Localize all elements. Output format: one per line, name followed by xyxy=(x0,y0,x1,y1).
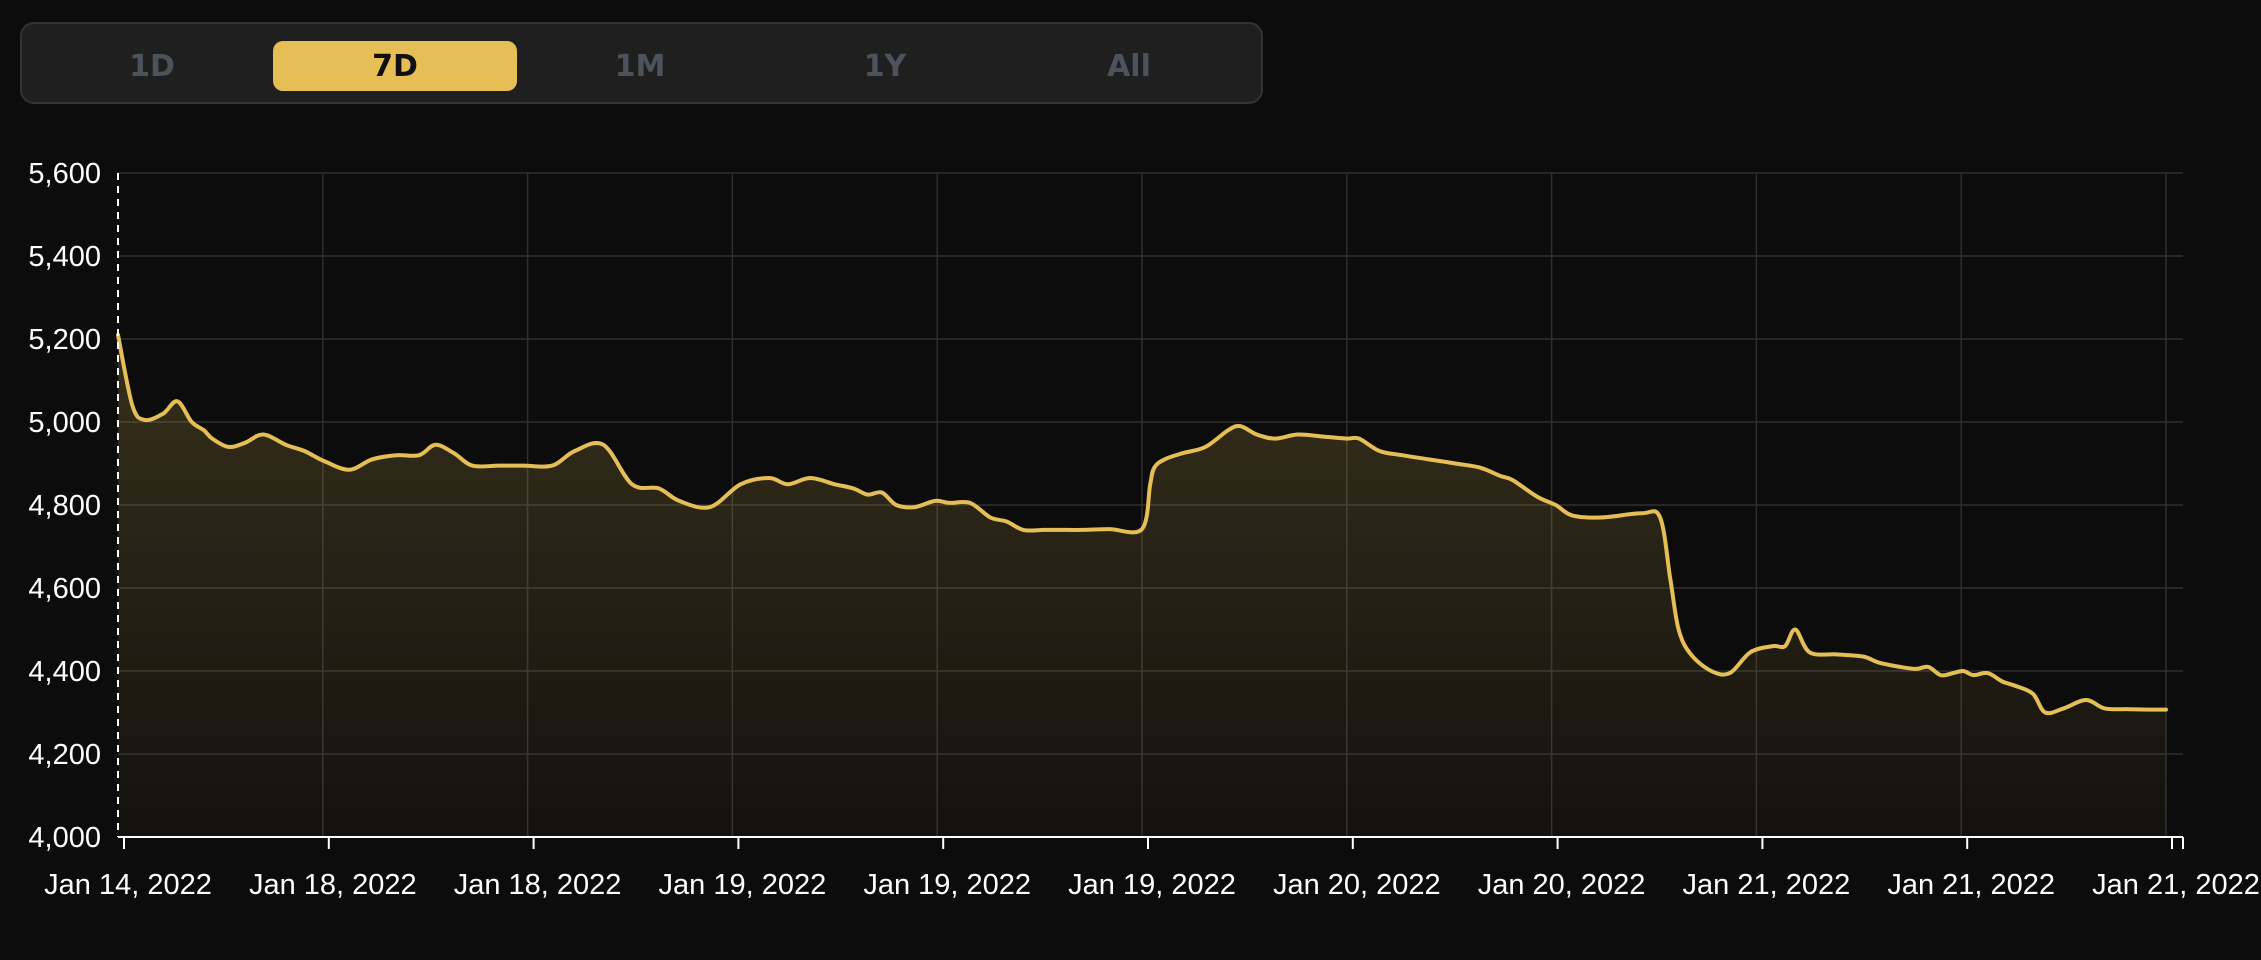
y-tick-label: 5,000 xyxy=(28,407,101,439)
y-tick-label: 4,000 xyxy=(28,822,101,854)
y-tick-label: 5,600 xyxy=(28,158,101,190)
x-tick-label: Jan 20, 2022 xyxy=(1273,869,1441,901)
y-tick-label: 5,400 xyxy=(28,241,101,273)
x-tick-label: Jan 18, 2022 xyxy=(454,869,622,901)
x-tick-label: Jan 19, 2022 xyxy=(659,869,827,901)
x-tick-label: Jan 21, 2022 xyxy=(1683,869,1851,901)
x-tick-label: Jan 18, 2022 xyxy=(249,869,417,901)
y-tick-label: 4,800 xyxy=(28,490,101,522)
x-tick-label: Jan 20, 2022 xyxy=(1478,869,1646,901)
x-tick-label: Jan 21, 2022 xyxy=(2092,869,2260,901)
price-area-chart: 4,000 4,200 4,400 4,600 4,800 5,000 5,200 5,400… xyxy=(28,158,2260,901)
x-tick-label: Jan 19, 2022 xyxy=(863,869,1031,901)
y-tick-label: 4,200 xyxy=(28,739,101,771)
y-tick-label: 5,200 xyxy=(28,324,101,356)
x-tick-label: Jan 21, 2022 xyxy=(1887,869,2055,901)
y-tick-label: 4,600 xyxy=(28,573,101,605)
x-tick-label: Jan 14, 2022 xyxy=(44,869,212,901)
y-tick-label: 4,400 xyxy=(28,656,101,688)
x-tick-label: Jan 19, 2022 xyxy=(1068,869,1236,901)
